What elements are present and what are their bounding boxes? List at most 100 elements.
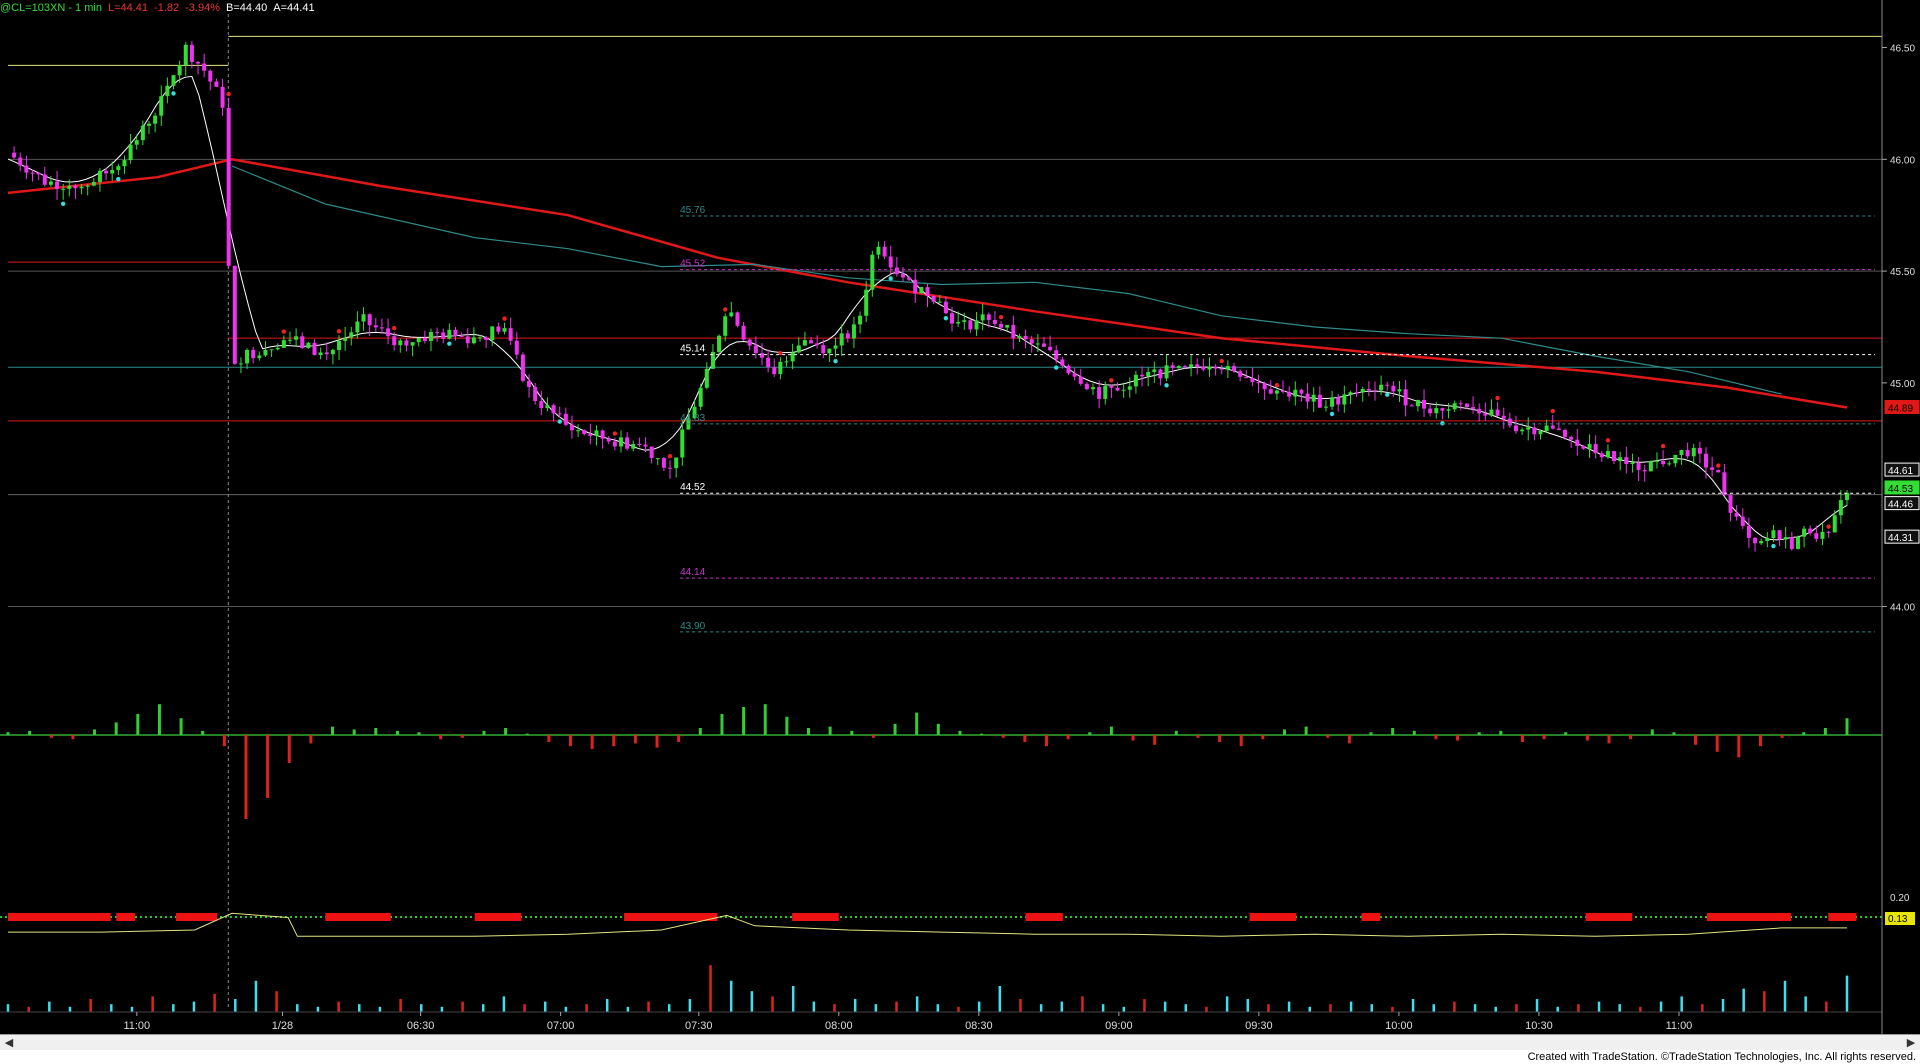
level-label: 44.83 — [680, 413, 705, 424]
candle-body — [882, 246, 887, 257]
candle-body — [563, 413, 568, 425]
candle-body — [1397, 389, 1402, 392]
candle-body — [1532, 427, 1537, 435]
candle-body — [1679, 450, 1684, 455]
candle-body — [189, 44, 194, 62]
x-tick-label: 07:00 — [547, 1020, 575, 1032]
candle-body — [330, 349, 335, 355]
candle-body — [1133, 374, 1138, 387]
candle-body — [943, 301, 948, 314]
candle-body — [1538, 430, 1543, 435]
candle-body — [1219, 368, 1224, 370]
candle-body — [1176, 366, 1181, 368]
candle-body — [1795, 536, 1800, 549]
candle-body — [337, 340, 342, 350]
candle-body — [312, 342, 317, 356]
candle-body — [30, 172, 35, 174]
signal-dot — [1495, 395, 1500, 401]
candle-body — [85, 185, 90, 187]
candle-body — [245, 349, 250, 364]
candle-body — [373, 325, 378, 328]
candle-body — [618, 437, 623, 447]
candle-body — [1765, 538, 1770, 542]
candle-body — [1563, 429, 1568, 437]
candle-body — [1066, 365, 1071, 374]
candle-body — [153, 115, 158, 124]
candle-body — [674, 457, 679, 469]
candle-body — [925, 287, 930, 296]
price-axis: 46.50 46.00 45.50 45.00 44.00 44.89 44.61 44.53… — [1881, 0, 1920, 1034]
candle-body — [238, 363, 243, 365]
adx-red-segment — [1361, 913, 1381, 921]
candle-body — [1526, 427, 1531, 430]
candle-body — [1661, 460, 1666, 465]
candle-body — [24, 165, 29, 173]
candle-body — [257, 355, 262, 359]
candle-body — [643, 444, 648, 447]
candle-body — [514, 340, 519, 355]
x-tick-label: 06:30 — [407, 1020, 435, 1032]
candle-body — [79, 186, 84, 189]
candle-body — [907, 277, 912, 280]
candle-body — [1464, 403, 1469, 408]
price-chart[interactable]: 45.76 45.52 45.14 44.83 44.52 44.14 43.90 0.20… — [0, 0, 1920, 1034]
candle-body — [484, 337, 489, 340]
candle-body — [870, 254, 875, 290]
candle-body — [1158, 369, 1163, 379]
candle-body — [1789, 537, 1794, 549]
candle-body — [766, 357, 771, 368]
price-badge-label: 44.53 — [1888, 484, 1913, 495]
candle-body — [894, 267, 899, 275]
candle-body — [1814, 533, 1819, 539]
candle-body — [1838, 500, 1843, 516]
candle-body — [202, 63, 207, 71]
candle-body — [1189, 364, 1194, 368]
adx-badge-label: 0.13 — [1888, 914, 1908, 925]
candle-body — [1458, 403, 1463, 405]
candle-body — [815, 343, 820, 346]
price-badge-label: 44.31 — [1888, 533, 1913, 544]
signal-dot — [171, 91, 176, 96]
scroll-right-icon[interactable]: ▶ — [1904, 1035, 1918, 1051]
candle-body — [1017, 335, 1022, 339]
candle-body — [1366, 388, 1371, 391]
candle-body — [441, 332, 446, 339]
copyright-text: Created with TradeStation. ©TradeStation… — [1527, 1051, 1916, 1063]
candle-body — [637, 444, 642, 446]
candle-body — [275, 347, 280, 350]
candle-body — [1415, 399, 1420, 407]
candle-body — [1716, 469, 1721, 473]
candle-body — [1403, 389, 1408, 406]
candle-body — [833, 345, 838, 349]
candle-body — [1164, 365, 1169, 379]
candle-body — [1103, 385, 1108, 399]
candle-body — [913, 279, 918, 294]
volume-panel — [0, 965, 1882, 1013]
scroll-left-icon[interactable]: ◀ — [2, 1035, 16, 1051]
candle-body — [999, 323, 1004, 328]
candle-body — [1642, 469, 1647, 472]
candle-body — [520, 354, 525, 381]
candle-body — [1483, 413, 1488, 416]
candle-body — [294, 336, 299, 340]
level-label: 45.52 — [680, 259, 705, 270]
candle-body — [1409, 405, 1414, 407]
candle-body — [1771, 530, 1776, 539]
candle-body — [410, 342, 415, 346]
candle-body — [416, 337, 421, 343]
signal-dot — [1771, 543, 1776, 549]
candle-body — [802, 340, 807, 346]
candle-body — [1330, 397, 1335, 407]
signal-dot — [391, 325, 397, 331]
candle-body — [1844, 492, 1849, 501]
candle-body — [1207, 366, 1212, 370]
candle-body — [1256, 382, 1261, 384]
candle-body — [171, 75, 176, 86]
candle-body — [851, 324, 856, 339]
signal-dot — [1550, 408, 1555, 414]
candle-body — [447, 329, 452, 339]
candle-body — [361, 314, 366, 322]
candle-body — [1452, 403, 1457, 410]
horizontal-scrollbar[interactable]: ◀ ▶ — [0, 1034, 1920, 1051]
candle-body — [931, 295, 936, 302]
